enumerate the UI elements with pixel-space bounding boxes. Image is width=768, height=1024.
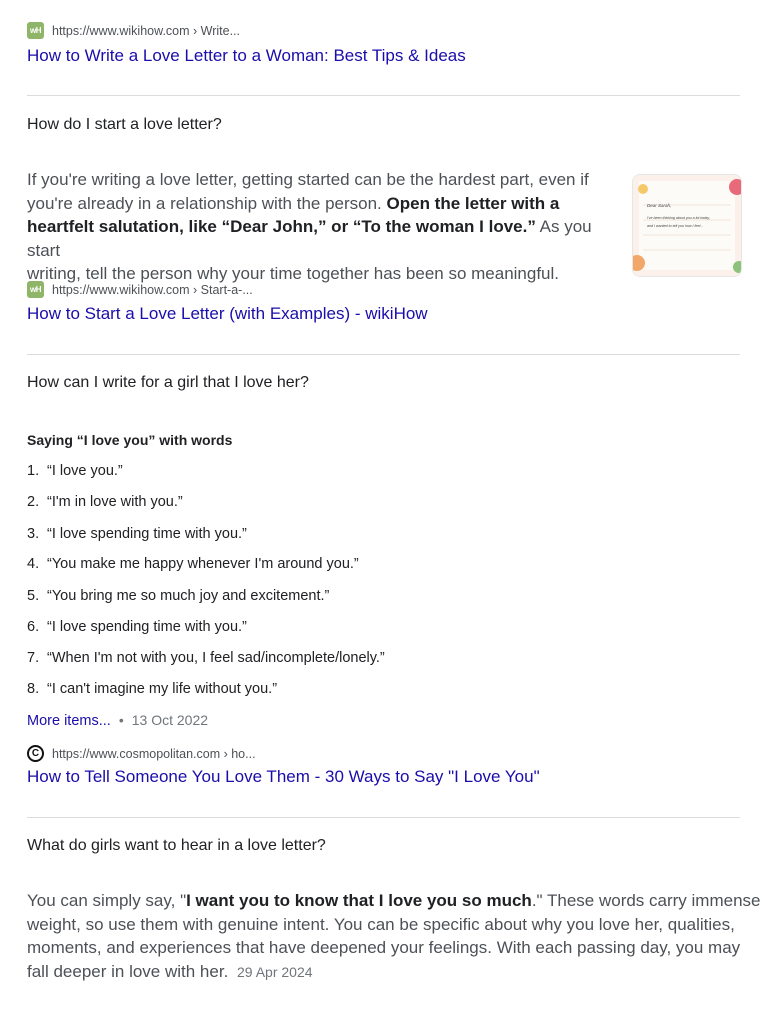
list-item: 5. “You bring me so much joy and exciteme… [27, 588, 330, 604]
answer-text: fall deeper in love with her. [27, 961, 234, 981]
thumb-line: Dear Sarah, [647, 203, 671, 208]
answer-snippet: You can simply say, "I want you to know … [27, 889, 761, 984]
list-item: 8. “I can't imagine my life without you.” [27, 681, 278, 697]
list-item: 1. “I love you.” [27, 463, 123, 479]
result-source[interactable]: wH https://www.wikihow.com › Write... [27, 22, 240, 39]
result-source[interactable]: wH https://www.wikihow.com › Start-a-... [27, 281, 253, 298]
list-item: 4. “You make me happy whenever I'm around… [27, 556, 359, 572]
divider [27, 354, 740, 355]
list-item: 6. “I love spending time with you.” [27, 619, 247, 635]
source-url: https://www.wikihow.com › Start-a-... [52, 282, 253, 297]
answer-snippet: If you're writing a love letter, getting… [27, 168, 627, 286]
divider [27, 817, 740, 818]
more-items-row: More items... • 13 Oct 2022 [27, 712, 208, 729]
list-item: 2. “I'm in love with you.” [27, 494, 183, 510]
separator: • [118, 712, 124, 728]
result-title-link[interactable]: How to Tell Someone You Love Them - 30 W… [27, 767, 540, 787]
result-source[interactable]: C https://www.cosmopolitan.com › ho... [27, 745, 256, 762]
result-title-link[interactable]: How to Write a Love Letter to a Woman: B… [27, 46, 466, 66]
answer-text: You can simply say, " [27, 891, 187, 910]
answer-text: If you're writing a love letter, getting… [27, 170, 589, 189]
wikihow-icon: wH [27, 22, 44, 39]
source-url: https://www.wikihow.com › Write... [52, 23, 241, 38]
list-item: 7. “When I'm not with you, I feel sad/inc… [27, 650, 385, 666]
question-heading[interactable]: How do I start a love letter? [27, 116, 222, 134]
divider [27, 95, 740, 96]
answer-text: you're already in a relationship with th… [27, 193, 387, 213]
list-item: 3. “I love spending time with you.” [27, 526, 247, 542]
list-heading: Saying “I love you” with words [27, 432, 233, 448]
answer-highlight: heartfelt salutation, like “Dear John,” … [27, 217, 536, 236]
snippet-date: 29 Apr 2024 [237, 963, 313, 980]
snippet-date: 13 Oct 2022 [131, 712, 209, 728]
question-heading[interactable]: What do girls want to hear in a love let… [27, 837, 326, 855]
source-url: https://www.cosmopolitan.com › ho... [52, 746, 256, 761]
question-heading[interactable]: How can I write for a girl that I love h… [27, 374, 309, 392]
result-title-link[interactable]: How to Start a Love Letter (with Example… [27, 304, 428, 324]
thumb-line: and I wanted to tell you how I feel... [647, 224, 703, 228]
wikihow-icon: wH [27, 281, 44, 298]
more-items-link[interactable]: More items... [27, 713, 111, 729]
answer-thumbnail[interactable]: Dear Sarah, I've been thinking about you… [632, 174, 742, 277]
answer-text: weight, so use them with genuine intent.… [27, 914, 735, 934]
answer-text: moments, and experiences that have deepe… [27, 938, 741, 957]
answer-highlight: Open the letter with a [386, 193, 560, 213]
letter-illustration: Dear Sarah, I've been thinking about you… [633, 175, 741, 276]
thumb-line: I've been thinking about you a lot today… [647, 216, 710, 220]
cosmopolitan-icon: C [27, 745, 44, 762]
answer-highlight: I want you to know that I love you so mu… [186, 891, 532, 910]
answer-text: ." These words carry immense [531, 891, 761, 910]
